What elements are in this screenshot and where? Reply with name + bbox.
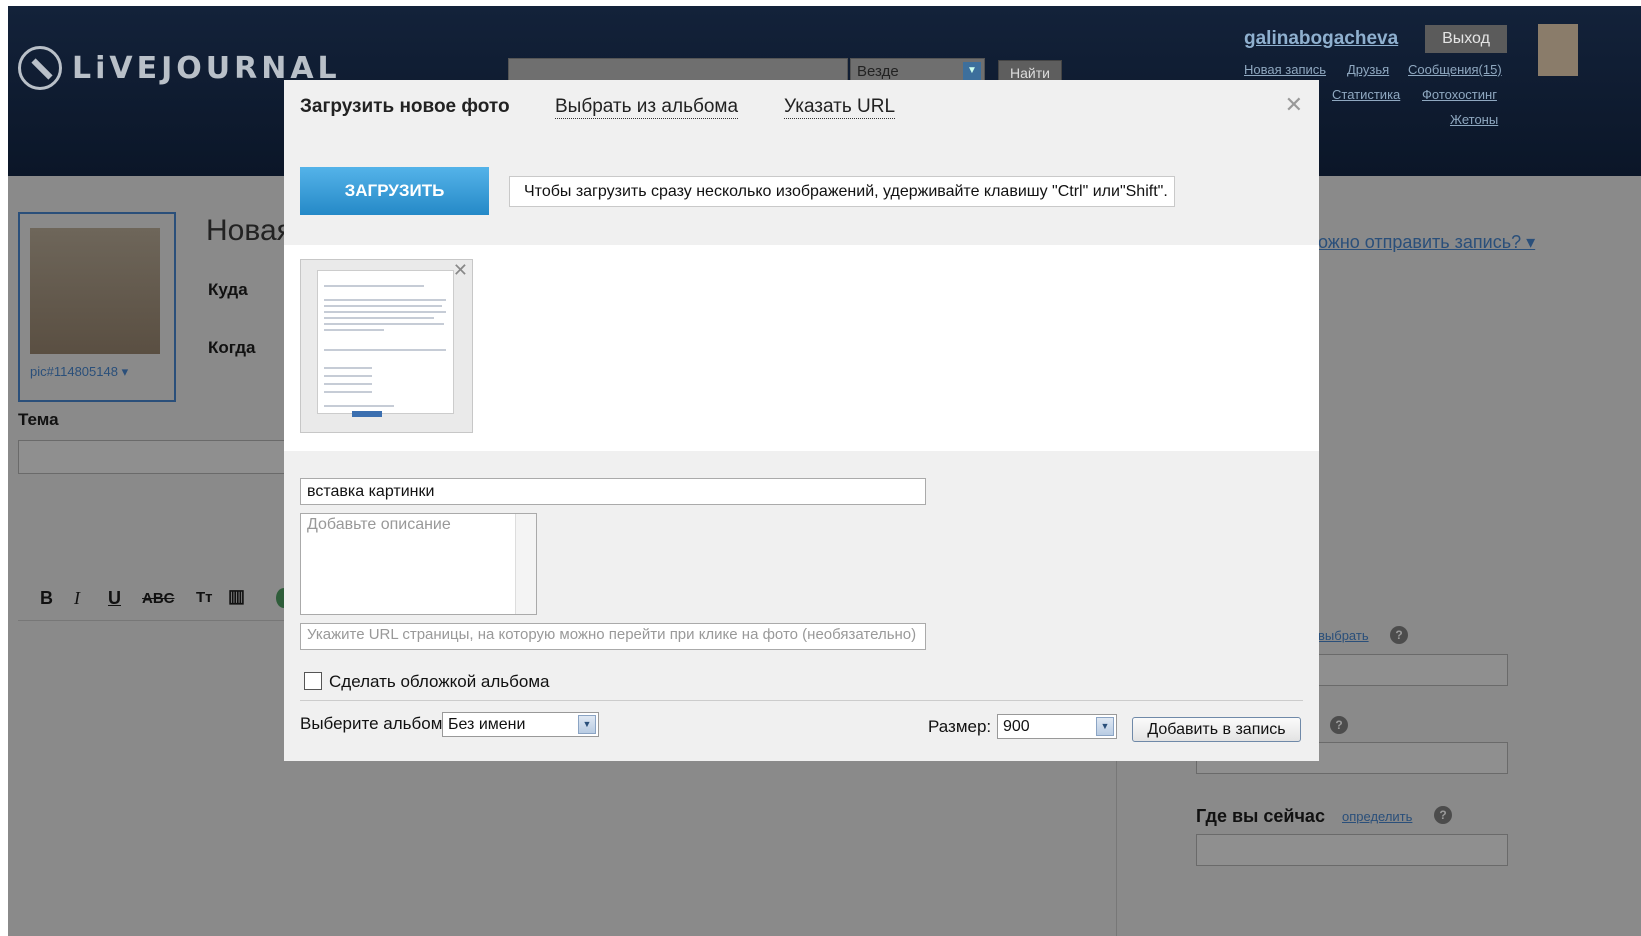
description-textarea[interactable]: Добавьте описание — [300, 513, 537, 615]
font-size-button[interactable]: Tт — [196, 589, 213, 606]
send-question-link[interactable]: ожно отправить запись? ▾ — [1318, 232, 1535, 253]
messages-link[interactable]: Сообщения(15) — [1408, 62, 1502, 77]
bold-button[interactable]: B — [40, 588, 53, 609]
tab-upload-new[interactable]: Загрузить новое фото — [300, 96, 510, 118]
album-select[interactable]: Без имени ▼ — [442, 712, 599, 737]
photo-upload-dialog: Загрузить новое фото Выбрать из альбома … — [284, 80, 1319, 761]
chevron-down-icon: ▼ — [963, 62, 981, 80]
thumbnail-image — [317, 270, 454, 417]
add-to-post-button[interactable]: Добавить в запись — [1132, 717, 1301, 742]
album-select-value: Без имени — [448, 716, 526, 733]
search-scope-value: Везде — [857, 63, 899, 80]
underline-button[interactable]: U — [108, 588, 121, 609]
help-icon[interactable]: ? — [1434, 806, 1452, 824]
italic-button[interactable]: I — [74, 588, 80, 609]
friends-link[interactable]: Друзья — [1347, 62, 1389, 77]
userpic-caption[interactable]: pic#114805148 ▾ — [30, 364, 128, 380]
tab-from-album[interactable]: Выбрать из альбома — [555, 96, 739, 119]
divider — [300, 700, 1303, 701]
statistics-link[interactable]: Статистика — [1332, 87, 1400, 102]
username-link[interactable]: galinabogacheva — [1244, 28, 1398, 50]
tokens-link[interactable]: Жетоны — [1450, 112, 1498, 127]
album-cover-checkbox[interactable] — [304, 672, 322, 690]
detect-location-link[interactable]: определить — [1342, 809, 1412, 824]
chevron-down-icon: ▼ — [1096, 717, 1114, 736]
help-icon[interactable]: ? — [1330, 716, 1348, 734]
color-button[interactable]: ▥ — [228, 586, 245, 607]
location-label: Где вы сейчас — [1196, 806, 1325, 826]
close-icon[interactable]: ✕ — [1285, 92, 1303, 118]
album-cover-label: Сделать обложкой альбома — [329, 672, 550, 691]
link-url-input[interactable]: Укажите URL страницы, на которую можно п… — [300, 623, 926, 650]
subject-input[interactable] — [18, 440, 290, 474]
help-icon[interactable]: ? — [1390, 626, 1408, 644]
size-label: Размер: — [928, 717, 992, 736]
uploaded-thumbnail[interactable]: ✕ — [300, 259, 473, 433]
description-scrollbar[interactable] — [515, 514, 536, 614]
upload-hint: Чтобы загрузить сразу несколько изображе… — [509, 176, 1175, 207]
subject-label: Тема — [18, 410, 59, 429]
when-label: Когда — [208, 338, 256, 357]
right-input-1[interactable] — [1318, 654, 1508, 686]
size-select[interactable]: 900 ▼ — [997, 714, 1117, 739]
upload-button[interactable]: ЗАГРУЗИТЬ — [300, 167, 489, 215]
tab-from-album-label: Выбрать из альбома — [555, 96, 739, 119]
chevron-down-icon: ▼ — [578, 715, 596, 734]
userpic-image — [30, 228, 160, 354]
size-select-value: 900 — [1003, 718, 1030, 735]
remove-thumbnail-icon[interactable]: ✕ — [453, 260, 468, 281]
description-placeholder: Добавьте описание — [307, 516, 451, 533]
header-avatar[interactable] — [1538, 24, 1578, 76]
tab-url[interactable]: Указать URL — [784, 96, 896, 119]
album-label: Выберите альбом: — [300, 714, 448, 733]
strikethrough-button[interactable]: ABC — [142, 590, 175, 607]
exit-button[interactable]: Выход — [1425, 25, 1507, 53]
location-input[interactable] — [1196, 834, 1508, 866]
photo-title-input[interactable] — [300, 478, 926, 505]
new-entry-link[interactable]: Новая запись — [1244, 62, 1326, 77]
pencil-logo-icon — [18, 46, 62, 90]
where-label: Куда — [208, 280, 248, 299]
page-title: Новая — [206, 214, 293, 247]
photohosting-link[interactable]: Фотохостинг — [1422, 87, 1497, 102]
tab-url-label: Указать URL — [784, 96, 896, 119]
choose-link[interactable]: выбрать — [1318, 628, 1369, 643]
